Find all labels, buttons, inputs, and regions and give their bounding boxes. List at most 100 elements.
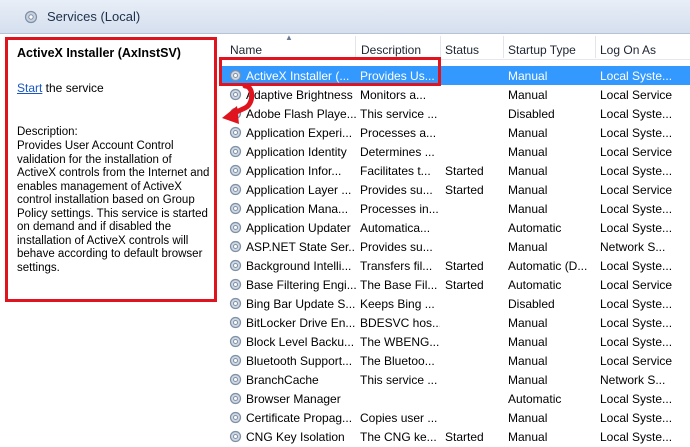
service-name-cell: Adaptive Brightness [246, 88, 353, 102]
service-description-cell: Monitors a... [360, 88, 427, 102]
service-gear-icon [228, 201, 243, 216]
service-log-on-as-cell: Local Syste... [600, 221, 672, 235]
service-log-on-as-cell: Local Syste... [600, 297, 672, 311]
service-row[interactable]: Bing Bar Update S... Keeps Bing ... Disabl… [222, 294, 690, 313]
service-name-cell: Background Intelli... [246, 259, 352, 273]
service-row[interactable]: Application Mana... Processes in... Manual… [222, 199, 690, 218]
column-divider[interactable] [355, 36, 356, 58]
service-gear-icon [228, 296, 243, 311]
service-name-cell: Block Level Backu... [246, 335, 355, 349]
service-log-on-as-cell: Local Service [600, 354, 672, 368]
service-log-on-as-cell: Local Syste... [600, 392, 672, 406]
column-header-log-on-as[interactable]: Log On As [600, 43, 656, 57]
column-header-name[interactable]: Name [230, 43, 262, 57]
service-row[interactable]: ActiveX Installer (... Provides Us... Manu… [222, 66, 690, 85]
service-startup-type-cell: Manual [508, 145, 548, 159]
service-log-on-as-cell: Network S... [600, 373, 666, 387]
start-service-suffix: the service [42, 81, 104, 95]
service-startup-type-cell: Manual [508, 373, 548, 387]
service-startup-type-cell: Manual [508, 354, 548, 368]
service-description-cell: BDESVC hos... [360, 316, 440, 330]
service-row[interactable]: Background Intelli... Transfers fil... Sta… [222, 256, 690, 275]
service-gear-icon [228, 372, 243, 387]
service-log-on-as-cell: Local Service [600, 145, 672, 159]
service-log-on-as-cell: Local Syste... [600, 202, 672, 216]
service-description-cell: This service ... [360, 107, 438, 121]
services-header: Services (Local) [0, 0, 690, 34]
service-status-cell: Started [445, 278, 484, 292]
service-gear-icon [228, 106, 243, 121]
services-title: Services (Local) [47, 9, 141, 24]
service-name-cell: Application Mana... [246, 202, 349, 216]
service-row[interactable]: Block Level Backu... The WBENG... Manual Lo… [222, 332, 690, 351]
service-description-cell: The Base Fil... [360, 278, 438, 292]
service-startup-type-cell: Manual [508, 202, 548, 216]
service-row[interactable]: Application Experi... Processes a... Manua… [222, 123, 690, 142]
column-divider[interactable] [440, 36, 441, 58]
service-row[interactable]: Application Infor... Facilitates t... Star… [222, 161, 690, 180]
service-startup-type-cell: Automatic (D... [508, 259, 588, 273]
service-gear-icon [228, 258, 243, 273]
service-row[interactable]: Application Updater Automatica... Automati… [222, 218, 690, 237]
service-name-cell: Application Layer ... [246, 183, 352, 197]
service-row[interactable]: Base Filtering Engi... The Base Fil... Sta… [222, 275, 690, 294]
service-description-cell: Keeps Bing ... [360, 297, 435, 311]
column-divider[interactable] [595, 36, 596, 58]
service-startup-type-cell: Manual [508, 240, 548, 254]
service-name-cell: Application Identity [246, 145, 347, 159]
service-gear-icon [228, 410, 243, 425]
service-row[interactable]: Browser Manager Automatic Local Syste... [222, 389, 690, 408]
service-gear-icon [228, 182, 243, 197]
service-startup-type-cell: Manual [508, 430, 548, 444]
column-divider[interactable] [503, 36, 504, 58]
service-name-cell: Base Filtering Engi... [246, 278, 356, 292]
service-status-cell: Started [445, 183, 484, 197]
service-gear-icon [228, 220, 243, 235]
service-log-on-as-cell: Local Syste... [600, 411, 672, 425]
service-log-on-as-cell: Local Service [600, 278, 672, 292]
service-row[interactable]: CNG Key Isolation The CNG ke... Started Man… [222, 427, 690, 446]
service-row[interactable]: Application Layer ... Provides su... Start… [222, 180, 690, 199]
service-description-cell: The WBENG... [360, 335, 440, 349]
service-description-cell: Processes a... [360, 126, 437, 140]
service-description-pane: ActiveX Installer (AxInstSV) Start the s… [5, 37, 217, 302]
service-name-cell: ActiveX Installer (... [246, 69, 350, 83]
service-startup-type-cell: Automatic [508, 278, 562, 292]
service-description-cell: The Bluetoo... [360, 354, 435, 368]
service-row[interactable]: Application Identity Determines ... Manual… [222, 142, 690, 161]
column-header-description[interactable]: Description [361, 43, 421, 57]
service-row[interactable]: ASP.NET State Ser... Provides su... Manual… [222, 237, 690, 256]
service-description-cell: The CNG ke... [360, 430, 437, 444]
service-status-cell: Started [445, 430, 484, 444]
service-startup-type-cell: Manual [508, 411, 548, 425]
service-gear-icon [228, 277, 243, 292]
service-row[interactable]: BranchCache This service ... Manual Network… [222, 370, 690, 389]
service-startup-type-cell: Automatic [508, 221, 562, 235]
service-startup-type-cell: Manual [508, 183, 548, 197]
service-row[interactable]: Adaptive Brightness Monitors a... Manual Lo… [222, 85, 690, 104]
service-startup-type-cell: Manual [508, 126, 548, 140]
column-header-status[interactable]: Status [445, 43, 479, 57]
column-header-startup-type[interactable]: Startup Type [508, 43, 576, 57]
service-name-cell: Adobe Flash Playe... [246, 107, 356, 121]
service-startup-type-cell: Manual [508, 335, 548, 349]
service-gear-icon [228, 353, 243, 368]
service-description-cell: Provides su... [360, 240, 433, 254]
start-service-link[interactable]: Start [17, 81, 42, 95]
service-startup-type-cell: Disabled [508, 107, 555, 121]
service-startup-type-cell: Manual [508, 69, 548, 83]
service-status-cell: Started [445, 164, 484, 178]
service-row[interactable]: Bluetooth Support... The Bluetoo... Manual… [222, 351, 690, 370]
service-log-on-as-cell: Local Syste... [600, 259, 672, 273]
service-startup-type-cell: Manual [508, 164, 548, 178]
service-log-on-as-cell: Local Syste... [600, 107, 672, 121]
service-gear-icon [228, 429, 243, 444]
service-gear-icon [228, 87, 243, 102]
service-gear-icon [228, 334, 243, 349]
service-row[interactable]: Adobe Flash Playe... This service ... Disa… [222, 104, 690, 123]
service-row[interactable]: Certificate Propag... Copies user ... Manu… [222, 408, 690, 427]
service-log-on-as-cell: Local Service [600, 88, 672, 102]
service-name-cell: BranchCache [246, 373, 319, 387]
service-status-cell: Started [445, 259, 484, 273]
service-row[interactable]: BitLocker Drive En... BDESVC hos... Manual… [222, 313, 690, 332]
